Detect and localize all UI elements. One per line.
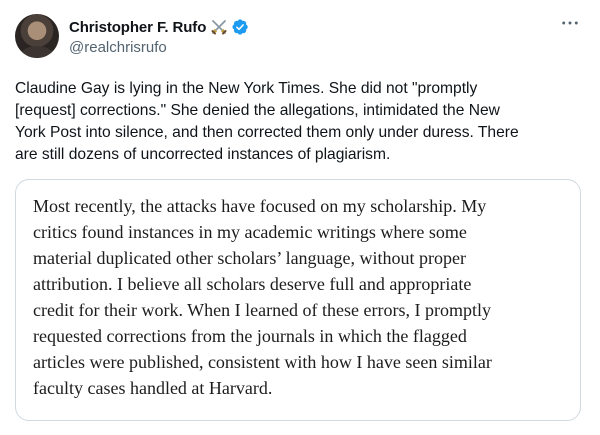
crossed-swords-icon — [210, 18, 228, 36]
display-name[interactable]: Christopher F. Rufo — [69, 19, 206, 36]
tweet-text: Claudine Gay is lying in the New York Ti… — [15, 80, 519, 163]
name-row: Christopher F. Rufo — [69, 17, 249, 37]
author-identity: Christopher F. Rufo @realchrisrufo — [69, 17, 249, 56]
tweet: Christopher F. Rufo @realchrisrufo Claud… — [0, 0, 600, 435]
more-horizontal-icon — [561, 13, 579, 31]
verified-badge-icon[interactable] — [231, 18, 249, 36]
tweet-header: Christopher F. Rufo @realchrisrufo — [15, 14, 583, 62]
avatar[interactable] — [15, 14, 59, 58]
more-options-button[interactable] — [557, 12, 583, 32]
quoted-excerpt-text: Most recently, the attacks have focused … — [33, 196, 492, 398]
quoted-excerpt-card[interactable]: Most recently, the attacks have focused … — [15, 179, 581, 421]
author-handle[interactable]: @realchrisrufo — [69, 39, 249, 56]
